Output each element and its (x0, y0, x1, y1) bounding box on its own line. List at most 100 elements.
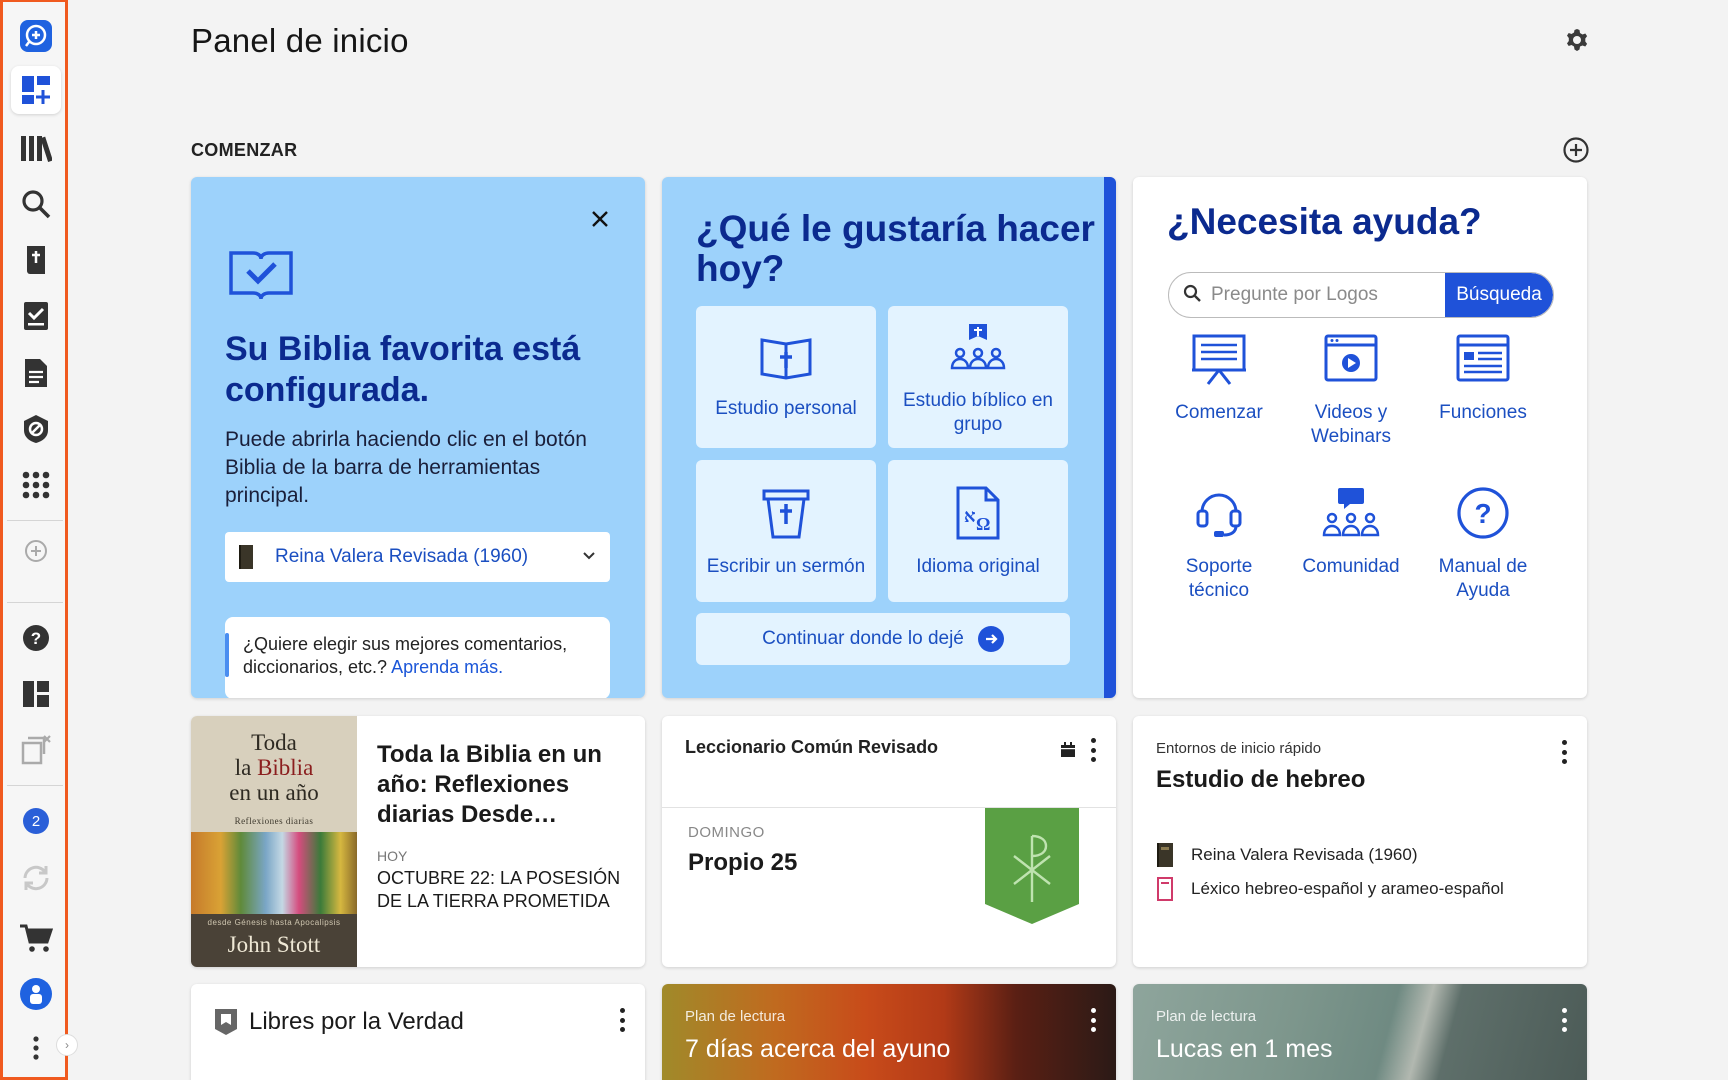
library-icon[interactable] (11, 124, 61, 172)
plan-title: 7 días acerca del ayuno (685, 1035, 951, 1063)
help-item-label: Comunidad (1302, 556, 1400, 577)
more-options-icon[interactable] (1088, 736, 1098, 764)
tile-write-sermon[interactable]: Escribir un sermón (696, 460, 876, 602)
apps-grid-icon[interactable] (11, 461, 61, 509)
help-search-field (1169, 273, 1445, 317)
book-cover: Toda la Biblia en un año Reflexiones dia… (191, 716, 357, 967)
resource-label: Léxico hebreo-español y arameo-español (1191, 879, 1504, 898)
checklist-icon[interactable] (11, 292, 61, 340)
libres-title: Libres por la Verdad (249, 1008, 464, 1035)
sidebar-divider (7, 602, 63, 603)
account-icon[interactable] (11, 970, 61, 1018)
sidebar-collapse-handle[interactable]: › (56, 1034, 78, 1056)
quick-workspace-card[interactable]: Entornos de inicio rápido Estudio de heb… (1133, 716, 1587, 967)
book-cover-subtitle: Reflexiones diarias (234, 816, 314, 826)
sidebar-divider (7, 520, 63, 521)
more-options-icon[interactable] (1559, 1006, 1569, 1034)
svg-text:?: ? (1474, 498, 1491, 529)
sync-icon[interactable] (11, 854, 61, 902)
book-cover-title: Toda la Biblia en un año (191, 730, 357, 805)
help-card-title: ¿Necesita ayuda? (1167, 201, 1482, 242)
features-window-icon (1454, 332, 1512, 391)
shield-icon[interactable] (11, 405, 61, 453)
libres-card[interactable]: Libres por la Verdad (191, 984, 645, 1080)
tile-label: Estudio personal (715, 398, 857, 419)
gear-icon[interactable] (1562, 26, 1592, 56)
page-title: Panel de inicio (191, 22, 409, 59)
plan-title: Lucas en 1 mes (1156, 1035, 1333, 1063)
plan-label: Plan de lectura (685, 1008, 786, 1025)
help-item-features[interactable]: Funciones (1417, 332, 1549, 425)
tile-original-language[interactable]: אΩ Idioma original (888, 460, 1068, 602)
reading-day-label: HOY (377, 848, 408, 864)
section-label: COMENZAR (191, 140, 298, 160)
resource-label: Reina Valera Revisada (1960) (1191, 845, 1418, 864)
sidebar-divider (7, 785, 63, 786)
dashboard-icon[interactable] (11, 66, 61, 114)
cover-word: la (234, 755, 258, 780)
logos-search-icon[interactable] (11, 12, 61, 60)
chi-rho-banner-icon (985, 808, 1079, 929)
bible-icon[interactable] (11, 236, 61, 284)
svg-text:Ω: Ω (976, 514, 990, 534)
layout-icon[interactable] (11, 670, 61, 718)
book-icon (1157, 843, 1173, 867)
cover-word: Biblia (257, 755, 314, 780)
favorite-bible-select[interactable]: Reina Valera Revisada (1960) (225, 532, 610, 582)
document-icon[interactable] (11, 349, 61, 397)
book-cover-icon (239, 545, 253, 569)
bible-check-icon (228, 245, 294, 306)
more-options-icon[interactable] (617, 1006, 627, 1034)
help-item-label: Soporte técnico (1185, 556, 1253, 601)
more-icon[interactable] (11, 1024, 61, 1072)
what-to-do-card: ¿Qué le gustaría hacer hoy? Estudio pers… (662, 177, 1116, 698)
add-widget-icon[interactable] (1562, 136, 1590, 164)
add-icon[interactable] (11, 527, 61, 575)
reading-detail: OCTUBRE 22: LA POSESIÓN DE LA TIERRA PRO… (377, 868, 621, 911)
tile-group-study[interactable]: Estudio bíblico en grupo (888, 306, 1068, 448)
cart-icon[interactable] (11, 914, 61, 962)
help-item-label: Videos y Webinars (1311, 402, 1391, 447)
tile-label: Estudio bíblico en grupo (903, 390, 1053, 435)
help-search-input[interactable] (1211, 284, 1411, 306)
more-options-icon[interactable] (1559, 738, 1569, 766)
close-panels-icon[interactable] (11, 726, 61, 774)
help-item-label: Manual de Ayuda (1438, 556, 1528, 601)
help-item-label: Comenzar (1175, 402, 1263, 423)
help-icon[interactable]: ? (11, 614, 61, 662)
lectionary-day-label: DOMINGO (688, 824, 765, 841)
original-language-icon: אΩ (955, 486, 1001, 545)
help-item-videos[interactable]: Videos y Webinars (1285, 332, 1417, 449)
learn-more-link[interactable]: Aprenda más. (391, 657, 503, 677)
sidebar: ? 2 (0, 0, 68, 1080)
tile-label: Idioma original (916, 556, 1040, 577)
more-options-icon[interactable] (1088, 1006, 1098, 1034)
help-item-community[interactable]: Comunidad (1285, 486, 1417, 579)
reading-plan-card[interactable]: Plan de lectura Lucas en 1 mes (1133, 984, 1587, 1080)
help-item-tech-support[interactable]: Soporte técnico (1153, 486, 1285, 603)
headset-icon (1190, 486, 1248, 545)
reading-plan-card[interactable]: Plan de lectura 7 días acerca del ayuno (662, 984, 1116, 1080)
lexicon-icon (1157, 877, 1173, 901)
close-icon[interactable] (588, 207, 612, 231)
workspace-resource[interactable]: Léxico hebreo-español y arameo-español (1157, 877, 1504, 901)
calendar-icon[interactable] (1060, 742, 1076, 763)
tip-box: ¿Quiere elegir sus mejores comentarios, … (225, 617, 610, 698)
notification-badge[interactable]: 2 (11, 797, 61, 845)
help-item-getting-started[interactable]: Comenzar (1153, 332, 1285, 425)
continue-where-left-button[interactable]: Continuar donde lo dejé (696, 613, 1070, 665)
bible-card-title: Su Biblia favorita está configurada. (225, 330, 581, 409)
help-item-manual[interactable]: ? Manual de Ayuda (1417, 486, 1549, 603)
search-icon[interactable] (11, 180, 61, 228)
community-icon (1320, 486, 1382, 545)
libres-logo-icon (214, 1008, 238, 1041)
reading-title: Toda la Biblia en un año: Reflexiones di… (377, 741, 602, 828)
continue-label: Continuar donde lo dejé (762, 628, 964, 649)
workspace-resource[interactable]: Reina Valera Revisada (1960) (1157, 843, 1417, 867)
help-search-button[interactable]: Búsqueda (1445, 273, 1553, 317)
svg-text:א: א (964, 506, 976, 526)
lectionary-card[interactable]: Leccionario Común Revisado DOMINGO Propi… (662, 716, 1116, 967)
tile-personal-study[interactable]: Estudio personal (696, 306, 876, 448)
reading-card[interactable]: Toda la Biblia en un año Reflexiones dia… (191, 716, 645, 967)
book-cover-subtitle-2: desde Génesis hasta Apocalipsis (207, 918, 341, 927)
